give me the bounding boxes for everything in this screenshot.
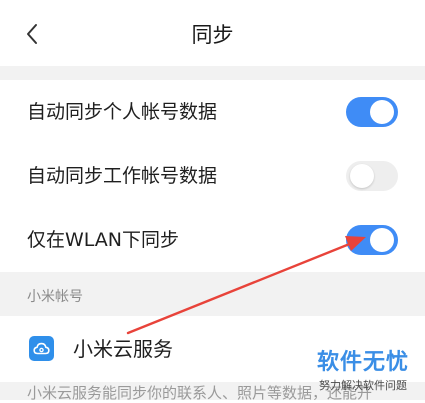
cloud-icon — [29, 336, 54, 361]
page-title: 同步 — [191, 23, 234, 47]
work-sync-toggle[interactable] — [346, 161, 398, 191]
header-bar: 同步 — [0, 0, 425, 66]
sync-row-label: 自动同步工作帐号数据 — [27, 165, 218, 187]
toggle-knob — [370, 100, 394, 124]
toggle-knob — [370, 228, 394, 252]
wlan-only-toggle[interactable] — [346, 225, 398, 255]
sync-row-label: 仅在WLAN下同步 — [27, 229, 180, 251]
watermark: 软件无忧 努力解决软件问题 — [317, 344, 409, 393]
sync-row-work[interactable]: 自动同步工作帐号数据 — [0, 144, 425, 208]
section-divider — [0, 66, 425, 80]
sync-row-wlan-only[interactable]: 仅在WLAN下同步 — [0, 208, 425, 272]
watermark-title: 软件无忧 — [316, 350, 409, 375]
sync-row-label: 自动同步个人帐号数据 — [27, 101, 218, 123]
sync-row-personal[interactable]: 自动同步个人帐号数据 — [0, 80, 425, 144]
service-label: 小米云服务 — [73, 337, 173, 361]
watermark-subtitle: 努力解决软件问题 — [318, 379, 407, 392]
account-section-label: 小米帐号 — [27, 289, 83, 305]
toggle-knob — [350, 164, 374, 188]
personal-sync-toggle[interactable] — [346, 97, 398, 127]
cloud-glyph — [33, 342, 50, 355]
